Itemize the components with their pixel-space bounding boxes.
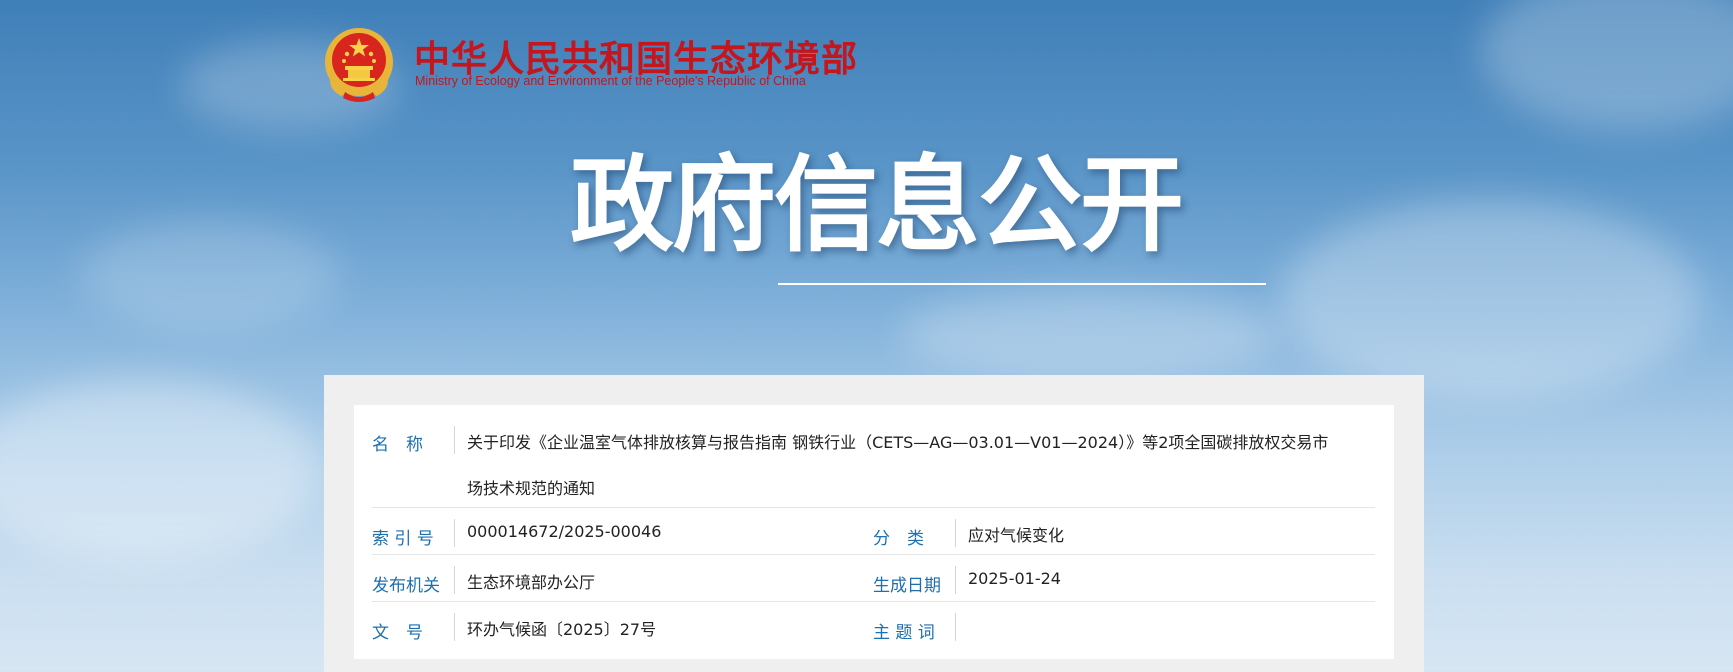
- issuing-org-label: 发布机关: [372, 576, 440, 596]
- divider: [955, 613, 956, 641]
- divider: [454, 426, 455, 454]
- divider: [454, 566, 455, 594]
- background-cloud: [80, 220, 340, 330]
- divider: [955, 519, 956, 547]
- date-label: 生成日期: [873, 576, 941, 596]
- divider: [955, 566, 956, 594]
- date-value: 2025-01-24: [968, 569, 1061, 588]
- index-label: 索 引 号: [372, 529, 434, 549]
- background-cloud: [1280, 200, 1700, 400]
- divider: [454, 519, 455, 547]
- background-cloud: [900, 290, 1280, 380]
- keywords-label: 主 题 词: [873, 623, 935, 643]
- row-divider: [372, 507, 1375, 508]
- row-divider: [372, 554, 1375, 555]
- name-value-line2: 场技术规范的通知: [467, 479, 596, 498]
- issuing-org-value: 生态环境部办公厅: [467, 573, 596, 592]
- category-value: 应对气候变化: [968, 526, 1065, 545]
- row-divider: [372, 601, 1375, 602]
- index-value: 000014672/2025-00046: [467, 522, 662, 541]
- name-value-line1: 关于印发《企业温室气体排放核算与报告指南 钢铁行业（CETS—AG—03.01—…: [467, 433, 1329, 452]
- title-underline: [778, 283, 1266, 285]
- background-cloud: [0, 380, 320, 560]
- background-cloud: [1480, 0, 1733, 130]
- national-emblem-icon[interactable]: [323, 26, 395, 104]
- name-label: 名 称: [372, 435, 423, 455]
- divider: [454, 613, 455, 641]
- category-label: 分 类: [873, 529, 924, 549]
- ministry-name-english[interactable]: Ministry of Ecology and Environment of t…: [415, 74, 806, 88]
- doc-number-label: 文 号: [372, 623, 423, 643]
- doc-number-value: 环办气候函〔2025〕27号: [467, 620, 657, 639]
- page-title: 政府信息公开: [570, 144, 1184, 266]
